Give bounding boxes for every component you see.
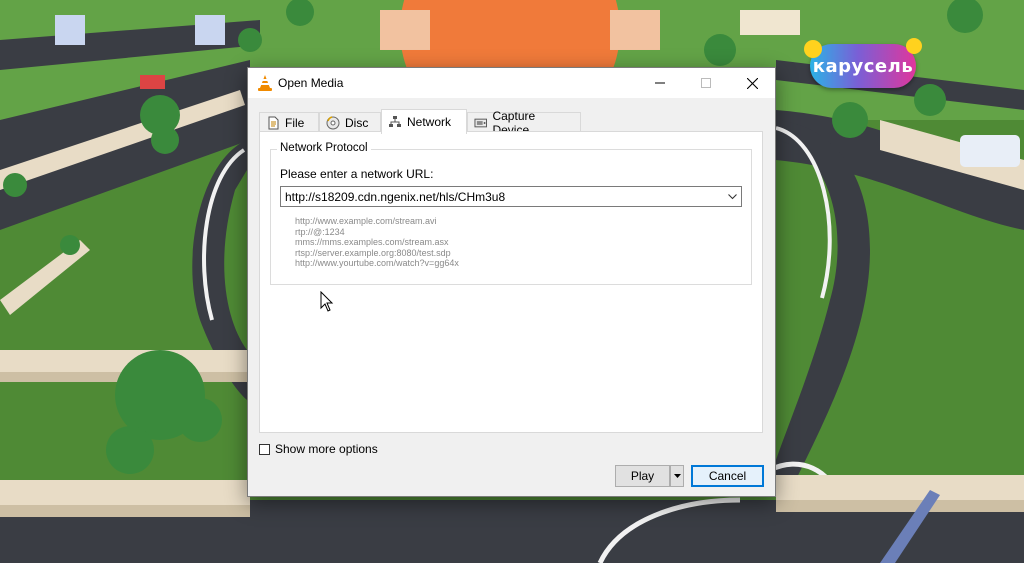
url-label: Please enter a network URL: (280, 167, 434, 181)
caret-down-icon (673, 474, 681, 478)
url-examples: http://www.example.com/stream.avi rtp://… (295, 216, 459, 269)
tab-file[interactable]: File (259, 112, 319, 132)
minimize-button[interactable] (637, 68, 683, 98)
url-input[interactable] (281, 187, 724, 206)
network-icon (389, 116, 401, 127)
channel-logo-text: карусель (812, 55, 914, 77)
minimize-icon (655, 82, 665, 84)
url-combobox[interactable] (280, 186, 742, 207)
capture-device-icon (474, 118, 487, 127)
play-button-label: Play (630, 469, 655, 483)
cancel-button[interactable]: Cancel (691, 465, 764, 487)
example-url: mms://mms.examples.com/stream.asx (295, 237, 449, 247)
example-url: http://www.example.com/stream.avi (295, 216, 437, 226)
dialog-title: Open Media (278, 76, 344, 90)
disc-icon (326, 115, 340, 129)
close-button[interactable] (729, 68, 775, 98)
group-title: Network Protocol (277, 142, 371, 154)
maximize-icon (701, 78, 711, 88)
tab-disc[interactable]: Disc (319, 112, 381, 132)
url-dropdown-button[interactable] (724, 187, 741, 206)
tab-file-label: File (285, 115, 305, 130)
file-icon (268, 116, 279, 129)
maximize-button[interactable] (683, 68, 729, 98)
channel-logo: карусель (804, 38, 922, 88)
show-more-options-row[interactable]: Show more options (259, 442, 378, 456)
network-panel: Network Protocol Please enter a network … (259, 131, 763, 433)
network-protocol-group: Network Protocol Please enter a network … (270, 142, 752, 285)
example-url: rtp://@:1234 (295, 226, 345, 237)
open-media-dialog: Open Media File Disc Network Capture Dev… (247, 67, 776, 497)
tab-disc-label: Disc (345, 115, 369, 130)
example-url: rtsp://server.example.org:8080/test.sdp (295, 247, 451, 258)
vlc-cone-icon (258, 75, 272, 91)
chevron-down-icon (728, 193, 737, 199)
close-icon (746, 77, 758, 89)
tab-capture-device[interactable]: Capture Device (467, 109, 581, 137)
cancel-button-label: Cancel (708, 469, 747, 483)
show-more-options-label[interactable]: Show more options (275, 442, 378, 456)
play-dropdown-button[interactable] (670, 465, 684, 487)
tab-network-label: Network (407, 115, 452, 129)
title-bar[interactable]: Open Media (248, 68, 775, 98)
tab-network[interactable]: Network (381, 109, 467, 134)
show-more-options-checkbox[interactable] (259, 443, 270, 455)
mouse-cursor-icon (320, 291, 334, 312)
play-button[interactable]: Play (615, 465, 670, 487)
example-url: http://www.yourtube.com/watch?v=gg64x (295, 258, 459, 268)
